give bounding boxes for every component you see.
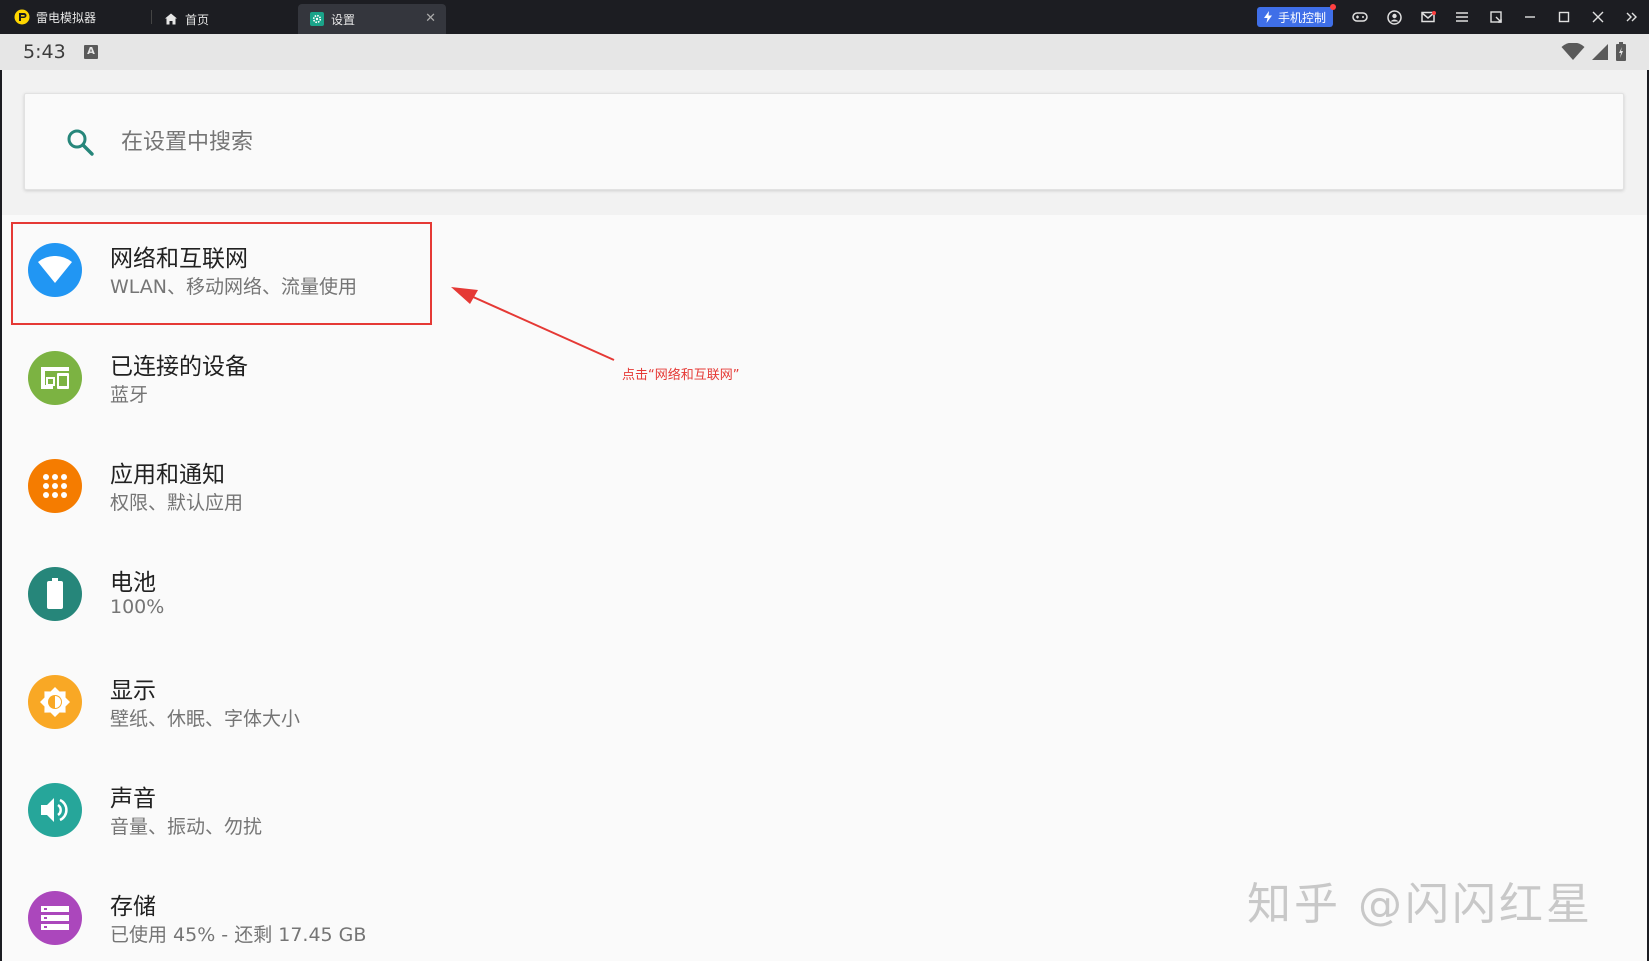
highlight-box — [11, 222, 432, 325]
window-border-left — [0, 70, 2, 961]
volume-icon — [28, 783, 82, 837]
settings-item-display[interactable]: 显示 壁纸、休眠、字体大小 — [0, 652, 1649, 760]
tab-home[interactable]: 首页 — [152, 4, 292, 34]
item-subtitle: 音量、振动、勿扰 — [110, 816, 263, 838]
app-name: 雷电模拟器 — [36, 10, 97, 25]
settings-item-connected-devices[interactable]: 已连接的设备 蓝牙 — [0, 328, 1649, 436]
storage-icon — [28, 891, 82, 945]
item-subtitle: 权限、默认应用 — [110, 492, 244, 514]
watermark: 知乎 @闪闪红星 — [1247, 879, 1593, 930]
tab-settings[interactable]: 设置 ✕ — [298, 4, 446, 34]
settings-item-battery[interactable]: 电池 100% — [0, 544, 1649, 652]
maximize-icon[interactable] — [1547, 0, 1581, 34]
phone-control-label: 手机控制 — [1277, 10, 1326, 25]
item-subtitle: 100% — [110, 596, 165, 618]
gamepad-icon[interactable] — [1343, 0, 1377, 34]
app-title: 雷电模拟器 — [0, 0, 150, 34]
settings-item-apps[interactable]: 应用和通知 权限、默认应用 — [0, 436, 1649, 544]
notification-dot — [1330, 4, 1336, 10]
mail-icon[interactable] — [1411, 0, 1445, 34]
item-title: 声音 — [110, 786, 156, 812]
battery-icon — [28, 567, 82, 621]
close-tab-icon[interactable]: ✕ — [425, 12, 436, 26]
phone-control-button[interactable]: 手机控制 — [1256, 4, 1336, 27]
search-input[interactable] — [121, 120, 1521, 164]
cell-signal-icon — [1592, 44, 1608, 60]
notification-badge: A — [84, 45, 98, 59]
lightning-icon — [1263, 11, 1272, 23]
search-bar[interactable] — [24, 93, 1624, 190]
account-icon[interactable] — [1377, 0, 1411, 34]
item-title: 应用和通知 — [110, 462, 225, 488]
minimize-icon[interactable] — [1513, 0, 1547, 34]
annotation-text: 点击“网络和互联网” — [622, 368, 740, 383]
apps-icon — [28, 459, 82, 513]
menu-icon[interactable] — [1445, 0, 1479, 34]
item-title: 显示 — [110, 678, 156, 704]
close-icon[interactable] — [1581, 0, 1615, 34]
restore-icon[interactable] — [1479, 0, 1513, 34]
app-logo-icon — [14, 9, 30, 25]
search-section — [0, 70, 1649, 215]
android-status-bar: 5:43 A — [0, 34, 1649, 70]
item-title: 电池 — [110, 570, 156, 596]
brightness-icon — [28, 675, 82, 729]
battery-status-icon — [1616, 42, 1626, 61]
wifi-signal-icon — [1561, 43, 1585, 60]
search-icon — [67, 129, 94, 156]
status-time: 5:43 — [23, 41, 66, 63]
item-title: 已连接的设备 — [110, 354, 248, 380]
devices-icon — [28, 351, 82, 405]
status-icons — [1561, 42, 1627, 62]
tab-label: 设置 — [331, 12, 356, 27]
item-subtitle: 蓝牙 — [110, 384, 149, 406]
item-title: 存储 — [110, 894, 156, 920]
expand-icon[interactable] — [1615, 0, 1649, 34]
gear-icon — [310, 12, 324, 26]
title-bar: 雷电模拟器 首页 设置 ✕ 手机控制 — [0, 0, 1649, 34]
item-subtitle: 已使用 45% - 还剩 17.45 GB — [110, 924, 367, 946]
tab-label: 首页 — [185, 12, 210, 27]
settings-item-sound[interactable]: 声音 音量、振动、勿扰 — [0, 760, 1649, 868]
home-icon — [165, 13, 177, 25]
item-subtitle: 壁纸、休眠、字体大小 — [110, 708, 301, 730]
window-controls: 手机控制 — [1256, 0, 1649, 34]
